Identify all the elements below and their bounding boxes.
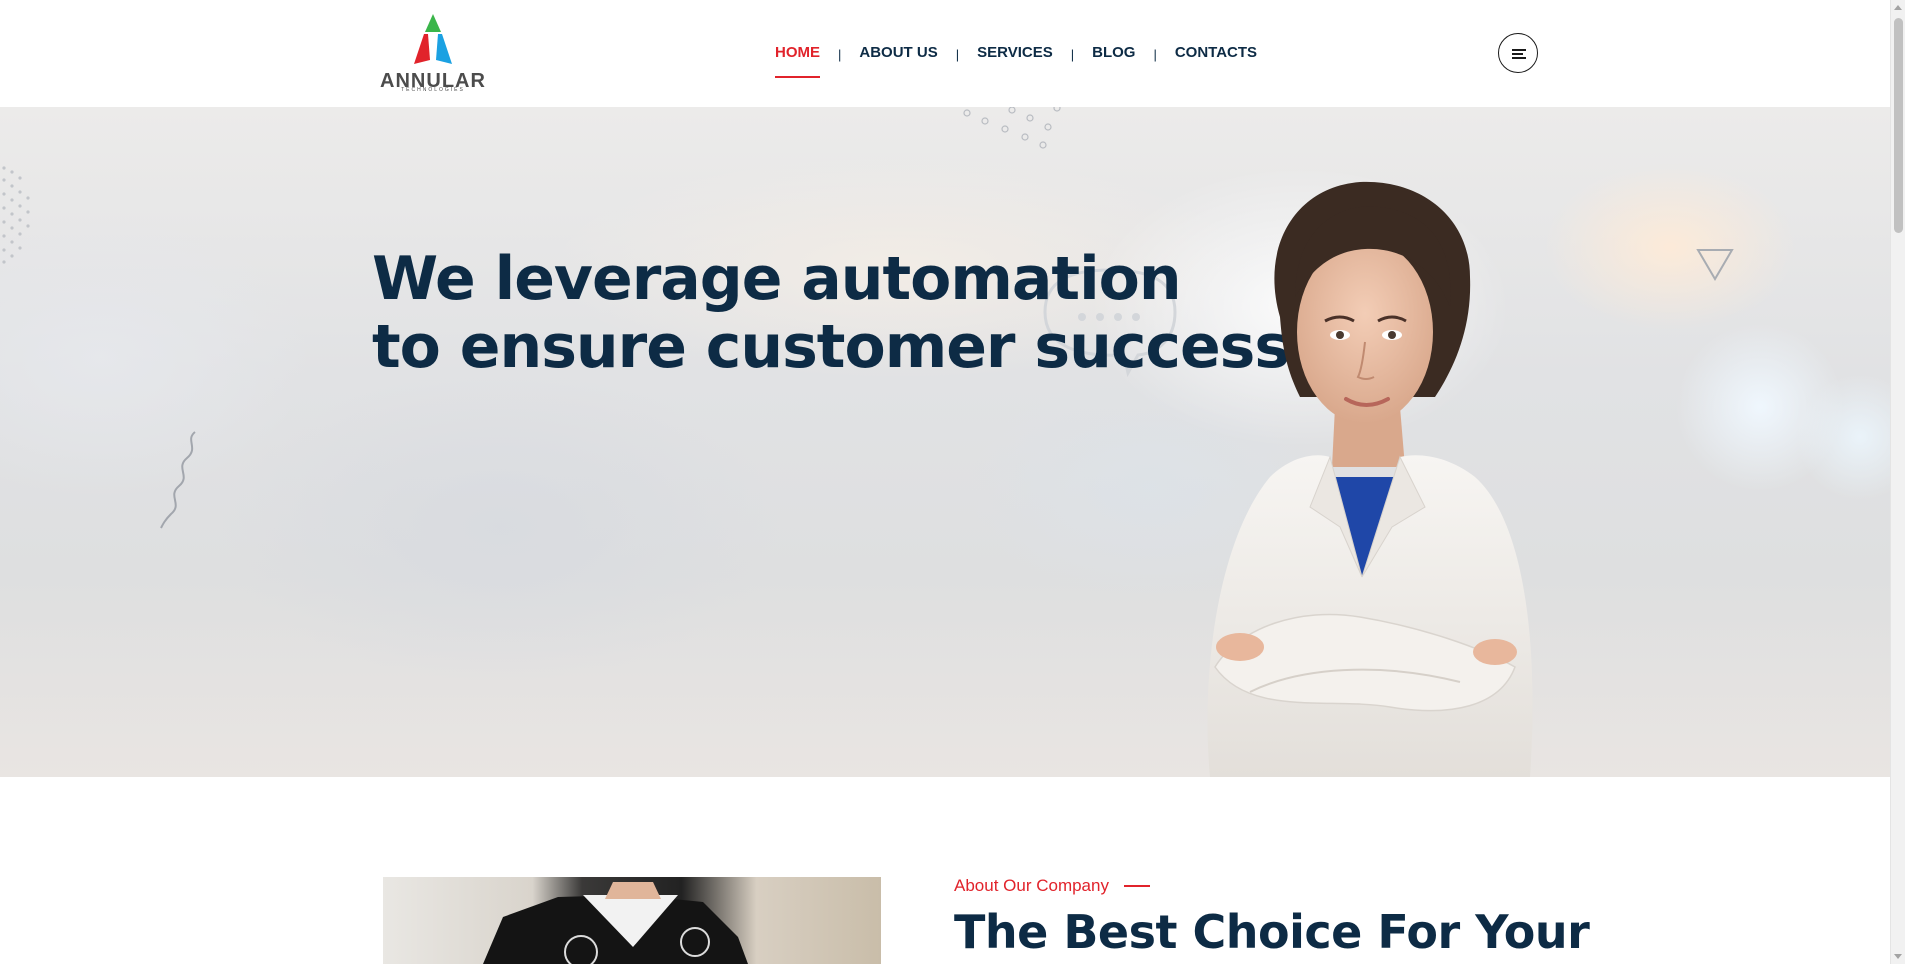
nav-separator: |: [955, 46, 960, 62]
nav-separator: |: [1070, 46, 1075, 62]
hamburger-menu-icon: [1512, 49, 1526, 51]
brand-tagline: TECHNOLOGIES: [401, 87, 465, 93]
nav-item-contacts[interactable]: CONTACTS: [1175, 44, 1257, 64]
hero-section: We leverage automation to ensure custome…: [0, 107, 1905, 777]
triangle-decoration-icon: [1696, 249, 1734, 281]
brand-logo[interactable]: ANNULAR TECHNOLOGIES: [368, 12, 498, 94]
nav-item-blog[interactable]: BLOG: [1092, 44, 1135, 64]
about-image-illustration: [483, 882, 748, 964]
nav-separator: |: [1153, 46, 1157, 62]
site-header: ANNULAR TECHNOLOGIES HOME | ABOUT US | S…: [0, 0, 1905, 107]
dots-decoration-icon: [963, 107, 1061, 149]
about-kicker-text: About Our Company: [954, 876, 1109, 895]
hero-portrait-image: [1207, 181, 1533, 777]
hero-title-line-1: We leverage automation: [372, 244, 1182, 314]
scroll-down-arrow-icon[interactable]: [1894, 954, 1902, 959]
vertical-scrollbar[interactable]: [1890, 0, 1905, 964]
about-kicker: About Our Company: [954, 876, 1150, 896]
about-image: [383, 877, 881, 964]
nav-item-about-us[interactable]: ABOUT US: [859, 44, 937, 64]
main-nav: HOME | ABOUT US | SERVICES | BLOG | CONT…: [775, 42, 1257, 78]
nav-item-services[interactable]: SERVICES: [977, 44, 1053, 64]
about-title: The Best Choice For Your: [954, 905, 1590, 959]
dot-grid-decoration-icon: [2, 166, 30, 264]
nav-separator: |: [838, 46, 842, 62]
kicker-line-decoration: [1123, 885, 1150, 887]
scrollbar-thumb[interactable]: [1894, 18, 1903, 233]
hamburger-menu-button[interactable]: [1498, 33, 1538, 73]
nav-item-home[interactable]: HOME: [775, 44, 820, 78]
scroll-up-arrow-icon[interactable]: [1894, 5, 1902, 10]
hero-title: We leverage automation to ensure custome…: [372, 244, 1290, 382]
hero-title-line-2: to ensure customer success: [372, 312, 1290, 382]
squiggle-decoration-icon: [160, 431, 196, 529]
page: ANNULAR TECHNOLOGIES HOME | ABOUT US | S…: [0, 0, 1905, 964]
logo-mark-icon: [414, 14, 452, 64]
